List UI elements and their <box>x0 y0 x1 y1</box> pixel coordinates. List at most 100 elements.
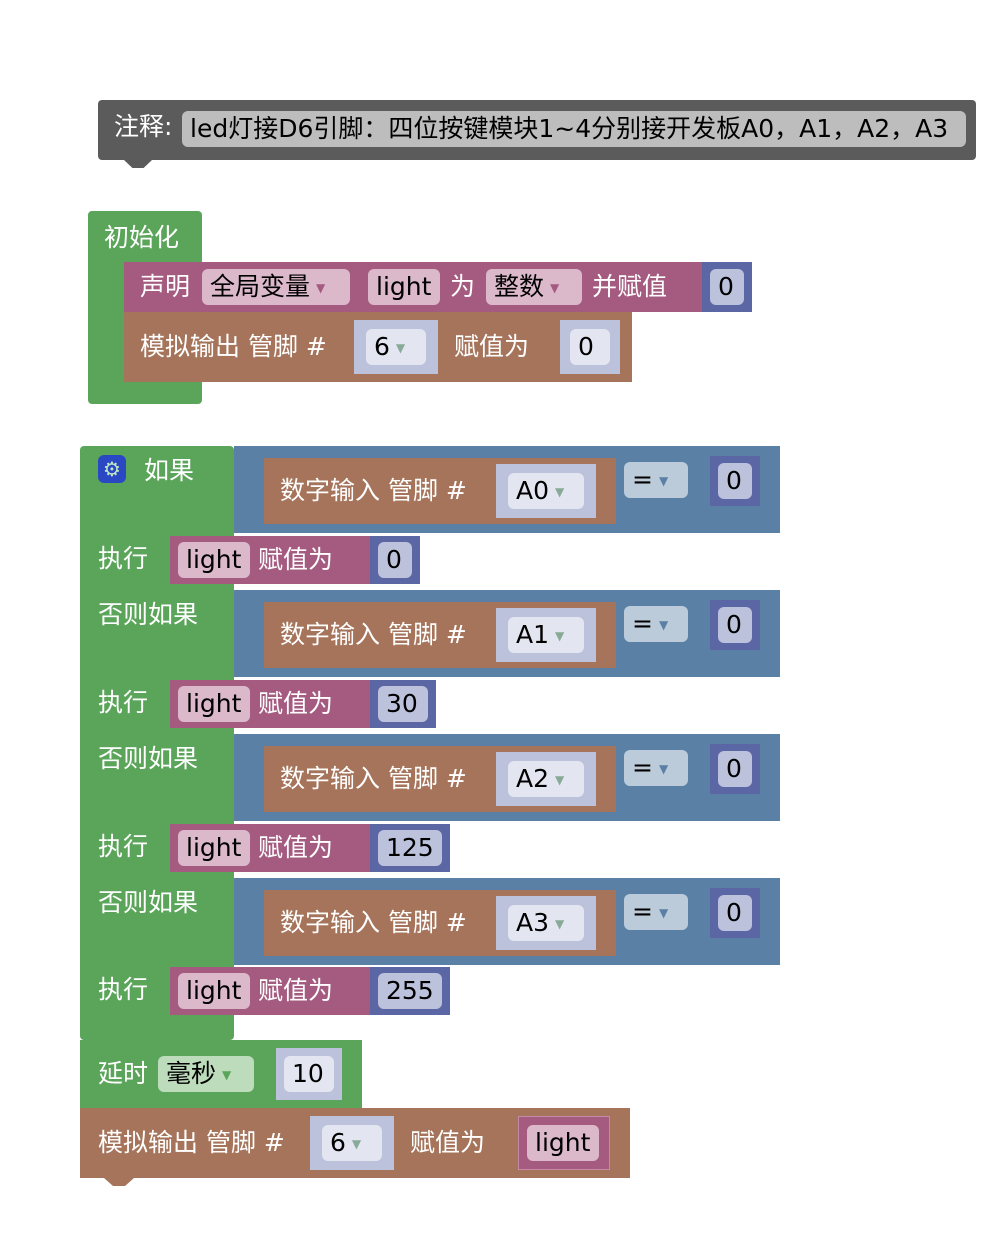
value-field[interactable]: 0 <box>570 329 610 365</box>
compare-block[interactable]: 数字输入 管脚 # A2 ▼ = ▼ 0 <box>234 734 780 821</box>
type-dropdown[interactable]: 整数 ▼ <box>486 269 582 305</box>
pin-block[interactable]: A2 ▼ <box>496 752 596 806</box>
operator-value: = <box>632 897 653 926</box>
pin-dropdown[interactable]: A1 ▼ <box>508 617 584 653</box>
dropdown-arrow-icon: ▼ <box>658 474 669 488</box>
number-block[interactable]: 0 <box>710 888 760 938</box>
digital-read-label: 数字输入 管脚 # <box>280 476 467 505</box>
set-variable-block[interactable]: light 赋值为 <box>170 967 370 1015</box>
set-variable-block[interactable]: light 赋值为 <box>170 680 370 728</box>
dropdown-arrow-icon: ▼ <box>555 629 565 643</box>
number-field[interactable]: 0 <box>378 542 412 578</box>
delay-block[interactable]: 延时 毫秒 ▼ 10 <box>80 1040 362 1108</box>
number-block[interactable]: 0 <box>710 600 760 650</box>
digital-read-label: 数字输入 管脚 # <box>280 764 467 793</box>
operator-value: = <box>632 609 653 638</box>
assign-label: 并赋值 <box>592 272 668 301</box>
number-field[interactable]: 0 <box>718 751 752 787</box>
pin-dropdown[interactable]: 6 ▼ <box>366 329 426 365</box>
pin-block[interactable]: A3 ▼ <box>496 896 596 950</box>
number-block[interactable]: 0 <box>710 456 760 506</box>
gear-icon[interactable]: ⚙ <box>98 455 126 483</box>
pin-block[interactable]: 6 ▼ <box>354 320 438 374</box>
number-block[interactable]: 0 <box>702 262 752 312</box>
pin-block[interactable]: 6 ▼ <box>310 1116 394 1170</box>
set-variable-block[interactable]: light 赋值为 <box>170 824 370 872</box>
dropdown-arrow-icon: ▼ <box>351 1137 362 1151</box>
pin-dropdown[interactable]: A0 ▼ <box>508 473 584 509</box>
assign-label: 赋值为 <box>454 332 530 361</box>
digital-read-label: 数字输入 管脚 # <box>280 620 467 649</box>
elseif-label: 否则如果 <box>98 888 199 917</box>
variable-dropdown[interactable]: light <box>178 686 250 722</box>
scope-value: 全局变量 <box>210 272 311 301</box>
delay-value-field[interactable]: 10 <box>284 1056 334 1092</box>
delay-label: 延时 <box>98 1059 149 1088</box>
number-block[interactable]: 255 <box>370 967 450 1015</box>
declare-label: 声明 <box>140 272 191 301</box>
digital-read-block[interactable]: 数字输入 管脚 # A0 ▼ <box>264 458 616 524</box>
digital-read-label: 数字输入 管脚 # <box>280 908 467 937</box>
variable-get-block[interactable]: light <box>518 1116 610 1170</box>
dropdown-arrow-icon: ▼ <box>555 773 565 787</box>
pin-value: A0 <box>516 476 550 505</box>
pin-dropdown[interactable]: A2 ▼ <box>508 761 584 797</box>
set-label: 赋值为 <box>258 689 334 718</box>
block-notch <box>104 1178 134 1186</box>
analog-write-block[interactable]: 模拟输出 管脚 # 6 ▼ 赋值为 light <box>80 1108 630 1178</box>
number-block[interactable]: 125 <box>370 824 450 872</box>
digital-read-block[interactable]: 数字输入 管脚 # A3 ▼ <box>264 890 616 956</box>
analog-write-label: 模拟输出 管脚 # <box>98 1128 285 1157</box>
operator-dropdown[interactable]: = ▼ <box>624 606 688 642</box>
declare-variable-block[interactable]: 声明 全局变量 ▼ light 为 整数 ▼ 并赋值 <box>124 262 706 312</box>
operator-dropdown[interactable]: = ▼ <box>624 462 688 498</box>
pin-value: A3 <box>516 908 550 937</box>
dropdown-arrow-icon: ▼ <box>222 1068 232 1082</box>
number-field[interactable]: 0 <box>718 463 752 499</box>
compare-block[interactable]: 数字输入 管脚 # A3 ▼ = ▼ 0 <box>234 878 780 965</box>
dropdown-arrow-icon: ▼ <box>658 762 669 776</box>
dropdown-arrow-icon: ▼ <box>658 618 669 632</box>
number-block[interactable]: 0 <box>710 744 760 794</box>
pin-block[interactable]: A1 ▼ <box>496 608 596 662</box>
comment-block[interactable]: 注释: led灯接D6引脚：四位按键模块1~4分别接开发板A0，A1，A2，A3 <box>98 100 976 160</box>
analog-write-label: 模拟输出 管脚 # <box>140 332 327 361</box>
digital-read-block[interactable]: 数字输入 管脚 # A1 ▼ <box>264 602 616 668</box>
comment-text-field[interactable]: led灯接D6引脚：四位按键模块1~4分别接开发板A0，A1，A2，A3 <box>182 111 966 147</box>
number-field[interactable]: 0 <box>718 895 752 931</box>
value-block[interactable]: 0 <box>560 320 620 374</box>
dropdown-arrow-icon: ▼ <box>658 906 669 920</box>
number-block[interactable]: 0 <box>370 536 420 584</box>
operator-dropdown[interactable]: = ▼ <box>624 894 688 930</box>
delay-unit-dropdown[interactable]: 毫秒 ▼ <box>158 1056 254 1092</box>
variable-dropdown[interactable]: light <box>178 542 250 578</box>
number-field[interactable]: 30 <box>378 686 428 722</box>
number-field[interactable]: 0 <box>710 269 744 305</box>
digital-read-block[interactable]: 数字输入 管脚 # A2 ▼ <box>264 746 616 812</box>
variable-dropdown[interactable]: light <box>178 973 250 1009</box>
assign-label: 赋值为 <box>410 1128 486 1157</box>
dropdown-arrow-icon: ▼ <box>395 341 406 355</box>
variable-dropdown[interactable]: light <box>527 1125 599 1161</box>
type-value: 整数 <box>494 272 545 301</box>
number-field[interactable]: 255 <box>378 973 442 1009</box>
pin-dropdown[interactable]: A3 ▼ <box>508 905 584 941</box>
delay-unit-value: 毫秒 <box>166 1059 217 1088</box>
compare-block[interactable]: 数字输入 管脚 # A1 ▼ = ▼ 0 <box>234 590 780 677</box>
if-label: 如果 <box>144 456 195 485</box>
variable-dropdown[interactable]: light <box>178 830 250 866</box>
do-label: 执行 <box>98 975 149 1004</box>
number-block[interactable]: 30 <box>370 680 436 728</box>
number-field[interactable]: 0 <box>718 607 752 643</box>
number-field[interactable]: 125 <box>378 830 442 866</box>
compare-block[interactable]: 数字输入 管脚 # A0 ▼ = ▼ 0 <box>234 446 780 533</box>
do-label: 执行 <box>98 544 149 573</box>
pin-block[interactable]: A0 ▼ <box>496 464 596 518</box>
value-block[interactable]: 10 <box>276 1048 342 1100</box>
set-variable-block[interactable]: light 赋值为 <box>170 536 370 584</box>
pin-dropdown[interactable]: 6 ▼ <box>322 1125 382 1161</box>
analog-write-block[interactable]: 模拟输出 管脚 # 6 ▼ 赋值为 0 <box>124 312 632 382</box>
scope-dropdown[interactable]: 全局变量 ▼ <box>202 269 350 305</box>
variable-name-field[interactable]: light <box>368 269 440 305</box>
operator-dropdown[interactable]: = ▼ <box>624 750 688 786</box>
